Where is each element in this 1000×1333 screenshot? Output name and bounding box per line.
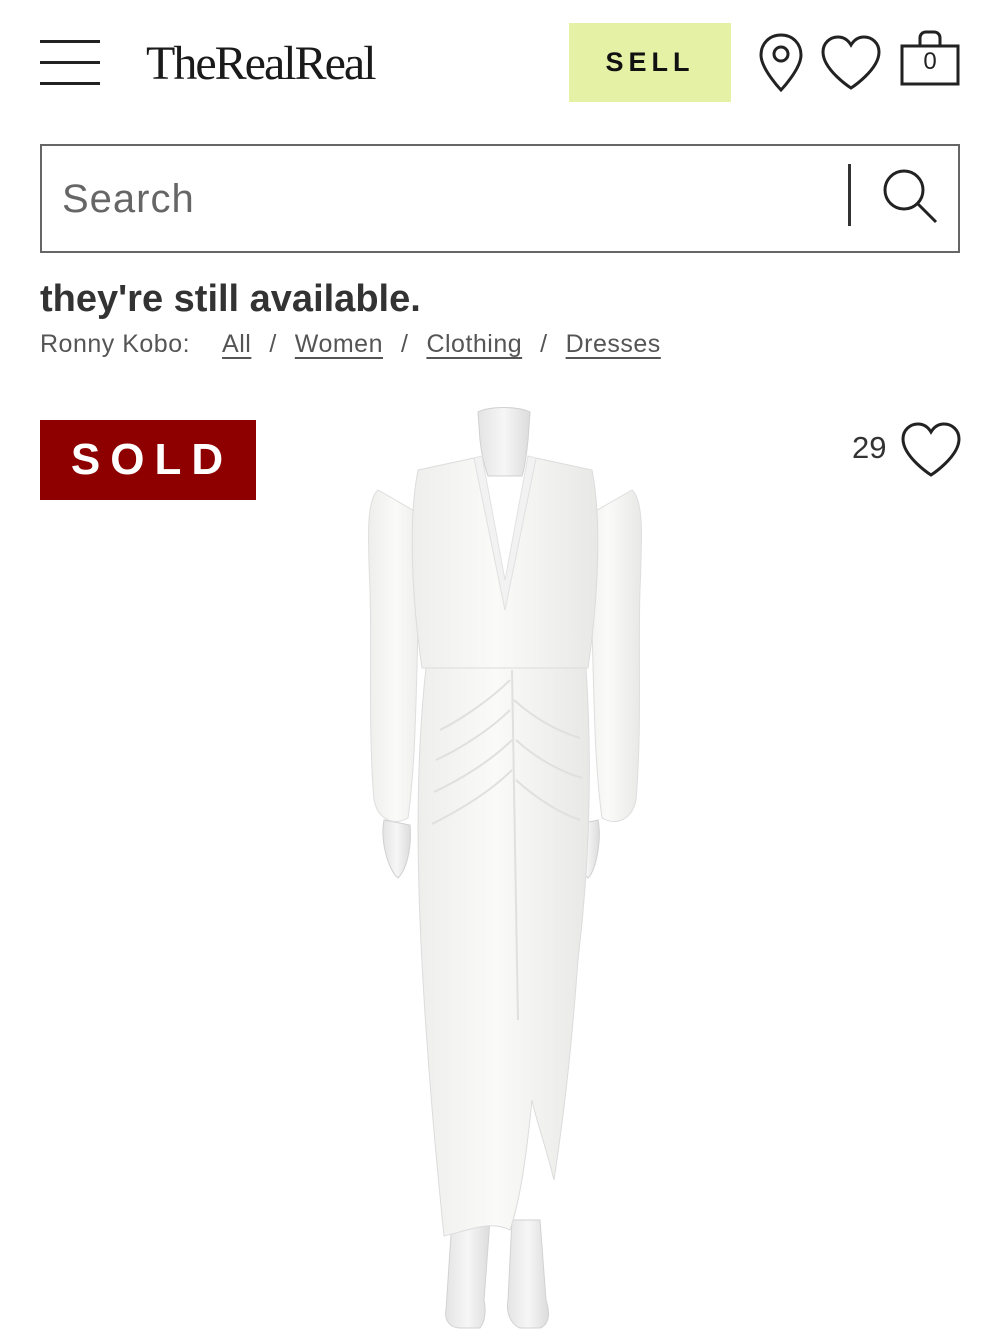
breadcrumb: Ronny Kobo: All / Women / Clothing / Dresses bbox=[40, 330, 661, 359]
search-icon[interactable] bbox=[880, 166, 940, 226]
breadcrumb-women[interactable]: Women bbox=[295, 330, 383, 358]
breadcrumb-separator: / bbox=[400, 330, 409, 358]
heart-icon[interactable] bbox=[819, 34, 883, 92]
shopping-bag-button[interactable]: 0 bbox=[898, 30, 962, 90]
page-headline: they're still available. bbox=[40, 278, 421, 320]
breadcrumb-separator: / bbox=[540, 330, 548, 358]
menu-icon[interactable] bbox=[40, 40, 100, 86]
like-count: 29 bbox=[852, 430, 887, 465]
breadcrumb-brand: Ronny Kobo: bbox=[40, 330, 191, 358]
location-pin-icon[interactable] bbox=[758, 32, 804, 94]
sell-button[interactable]: SELL bbox=[569, 23, 731, 102]
site-logo[interactable]: TheRealReal bbox=[146, 36, 377, 91]
breadcrumb-separator: / bbox=[269, 330, 277, 358]
breadcrumb-all[interactable]: All bbox=[222, 330, 251, 358]
breadcrumb-dresses[interactable]: Dresses bbox=[566, 330, 661, 358]
favorite-heart-icon[interactable] bbox=[900, 421, 962, 479]
breadcrumb-clothing[interactable]: Clothing bbox=[426, 330, 522, 358]
cart-count: 0 bbox=[923, 48, 937, 75]
product-image[interactable] bbox=[340, 400, 670, 1333]
search-divider bbox=[848, 164, 851, 226]
search-bar bbox=[40, 144, 960, 253]
site-header: TheRealReal SELL 0 bbox=[0, 0, 1000, 125]
sold-badge: SOLD bbox=[40, 420, 256, 500]
search-input[interactable] bbox=[62, 166, 842, 232]
